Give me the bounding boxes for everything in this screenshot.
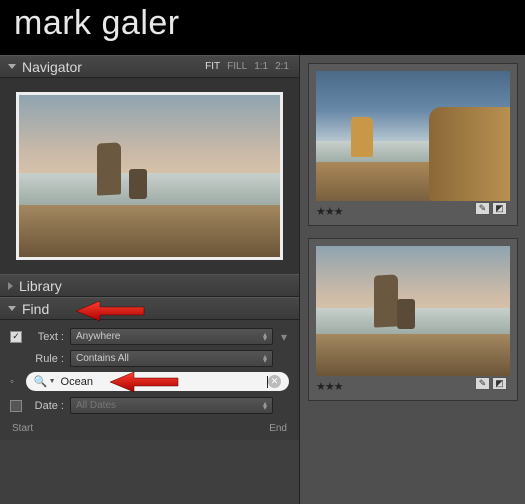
thumbnail-image	[316, 246, 510, 376]
text-checkbox[interactable]: ✓	[10, 331, 22, 343]
find-title: Find	[22, 301, 291, 317]
thumbnail-image	[316, 71, 510, 201]
search-indicator-icon: ◦	[10, 376, 14, 388]
zoom-1to1[interactable]: 1:1	[252, 61, 270, 72]
date-end-label: End	[269, 423, 287, 434]
select-arrows-icon: ▴▾	[263, 402, 267, 410]
thumbnail-cell[interactable]: ★★★ ✎ ◩	[308, 63, 518, 226]
search-field[interactable]: 🔍 ▼ ✕	[26, 372, 289, 391]
disclosure-right-icon	[8, 282, 13, 290]
brand-title: mark galer	[14, 4, 511, 43]
clear-search-icon[interactable]: ✕	[268, 375, 281, 388]
search-input[interactable]	[61, 376, 267, 388]
metadata-badge-icon[interactable]: ✎	[475, 377, 490, 390]
crop-badge-icon[interactable]: ◩	[492, 202, 507, 215]
panel-options-icon[interactable]: ▾	[279, 330, 289, 344]
rule-label: Rule :	[28, 353, 64, 365]
navigator-panel-header[interactable]: Navigator FIT FILL 1:1 2:1	[0, 55, 299, 78]
library-panel-header[interactable]: Library	[0, 274, 299, 297]
date-value: All Dates	[76, 400, 116, 411]
date-start-label: Start	[12, 423, 33, 434]
rule-select[interactable]: Contains All ▴▾	[70, 350, 273, 367]
zoom-fill[interactable]: FILL	[225, 61, 249, 72]
find-panel-body: ✓ Text : Anywhere ▴▾ ▾ Rule : Contains A…	[0, 320, 299, 440]
library-title: Library	[19, 278, 291, 294]
rule-value: Contains All	[76, 353, 129, 364]
crop-badge-icon[interactable]: ◩	[492, 377, 507, 390]
text-label: Text :	[28, 331, 64, 343]
thumbnail-grid: ★★★ ✎ ◩ ★★★ ✎ ◩	[300, 55, 525, 504]
text-scope-select[interactable]: Anywhere ▴▾	[70, 328, 273, 345]
navigator-preview[interactable]	[0, 78, 299, 274]
zoom-options: FIT FILL 1:1 2:1	[203, 61, 291, 72]
date-label: Date :	[28, 400, 64, 412]
brand-first: mark	[14, 4, 92, 42]
date-checkbox[interactable]	[10, 400, 22, 412]
navigator-image	[16, 92, 283, 260]
zoom-fit[interactable]: FIT	[203, 61, 222, 72]
app-header: mark galer	[0, 0, 525, 55]
thumbnail-cell[interactable]: ★★★ ✎ ◩	[308, 238, 518, 401]
select-arrows-icon: ▴▾	[263, 355, 267, 363]
search-menu-icon[interactable]: ▼	[49, 378, 56, 385]
disclosure-down-icon	[8, 64, 16, 69]
navigator-title: Navigator	[22, 59, 203, 75]
magnifier-icon: 🔍	[34, 375, 48, 388]
date-select[interactable]: All Dates ▴▾	[70, 397, 273, 414]
metadata-badge-icon[interactable]: ✎	[475, 202, 490, 215]
select-arrows-icon: ▴▾	[263, 333, 267, 341]
brand-last: galer	[102, 4, 180, 42]
disclosure-down-icon	[8, 306, 16, 311]
left-panel: Navigator FIT FILL 1:1 2:1 Library Find	[0, 55, 300, 504]
find-panel-header[interactable]: Find	[0, 297, 299, 320]
text-scope-value: Anywhere	[76, 331, 120, 342]
zoom-2to1[interactable]: 2:1	[273, 61, 291, 72]
